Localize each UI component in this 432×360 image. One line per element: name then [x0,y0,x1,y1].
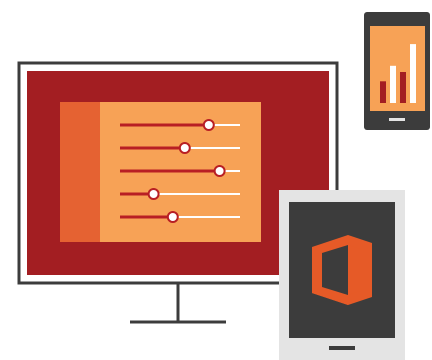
office-logo-icon [312,235,372,305]
slider-5-knob[interactable] [166,211,179,223]
phone-screen [370,26,425,111]
phone-home-button [389,118,405,121]
slider-4-knob[interactable] [147,188,160,200]
phone-bar [400,72,406,103]
phone-bar [390,65,396,103]
phone-bar [380,81,386,103]
phone-device [362,10,432,132]
tablet-icon [279,190,405,360]
tablet-home-button [329,346,355,350]
slider-1-knob[interactable] [202,119,215,131]
slider-2-knob[interactable] [178,142,191,154]
phone-icon [364,12,430,130]
tablet-device [279,190,405,360]
slider-3-knob[interactable] [213,165,226,177]
settings-panel-sidebar [60,102,100,242]
phone-bar [410,44,416,103]
